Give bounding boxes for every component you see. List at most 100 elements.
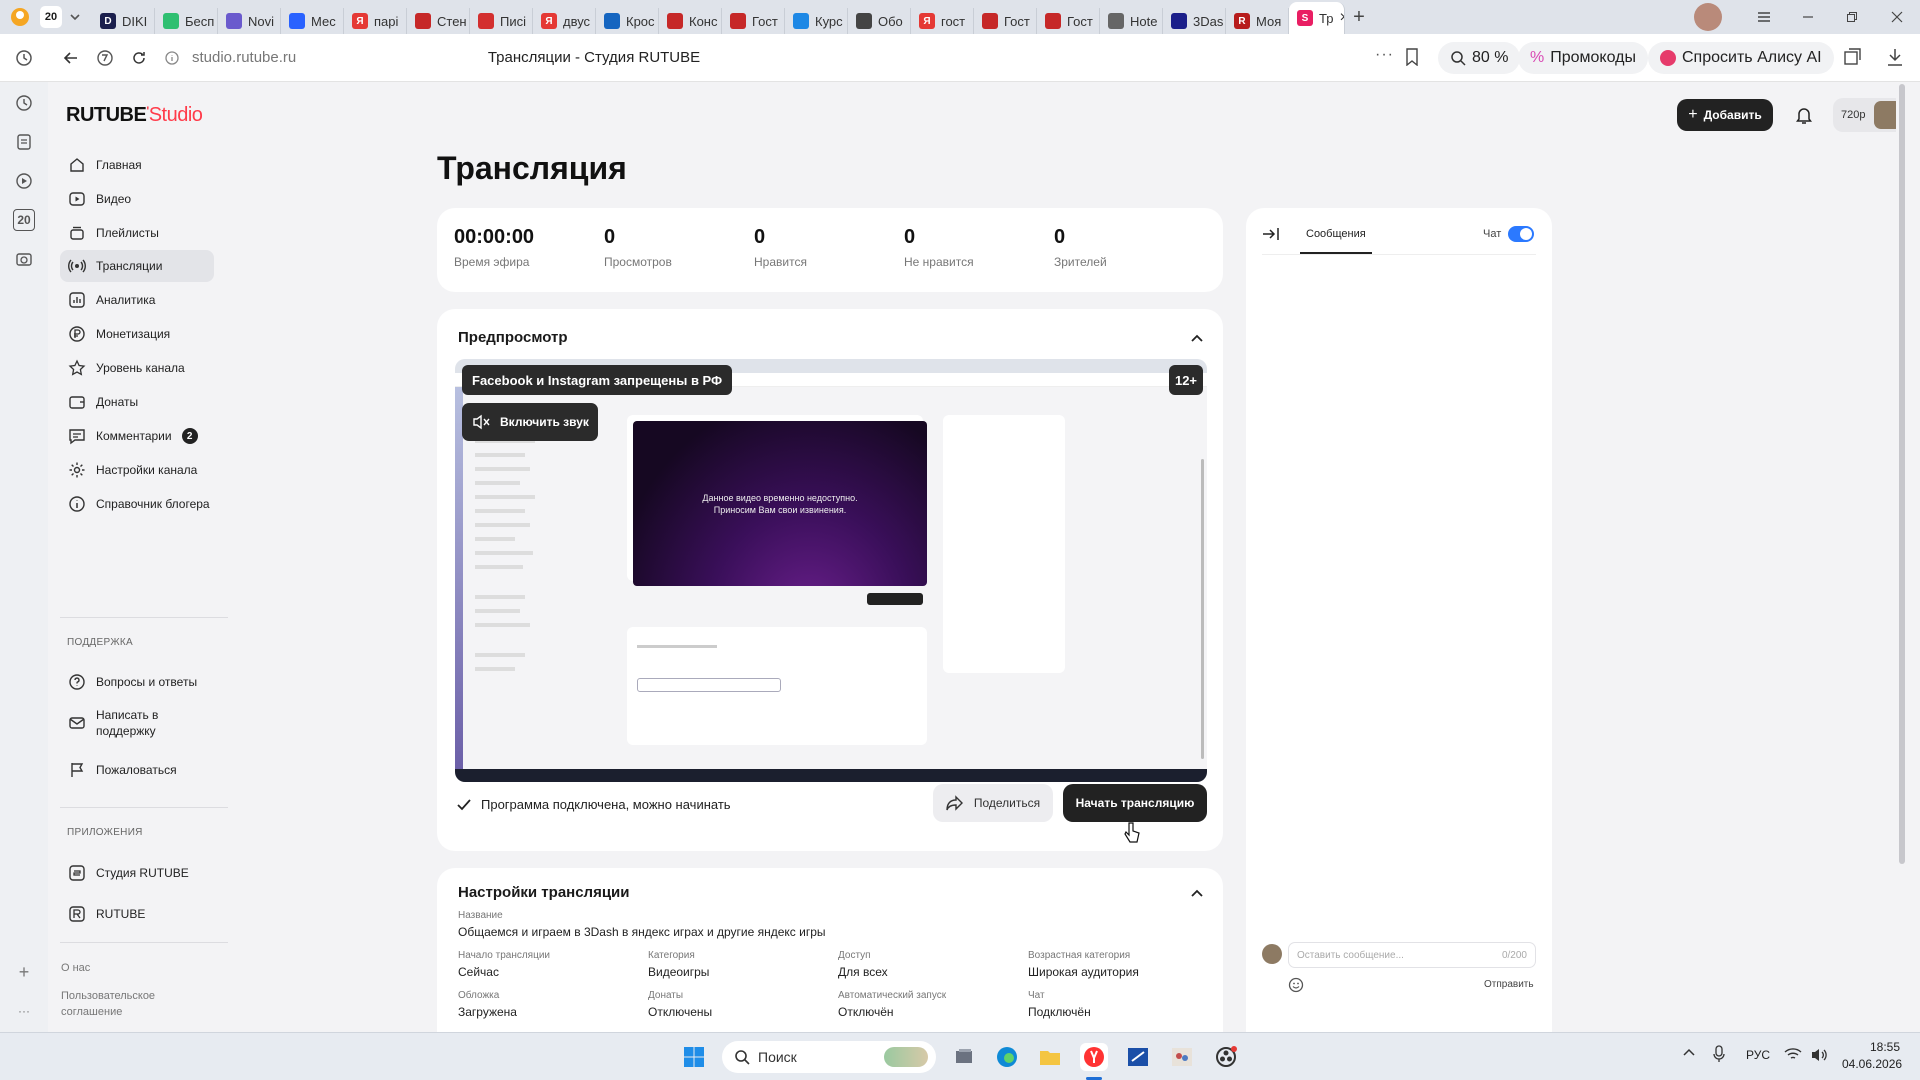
rail-counter-icon[interactable]: 20 (13, 209, 35, 231)
profile-quality-pill[interactable]: 720p (1833, 98, 1905, 132)
taskbar-search[interactable]: Поиск (722, 1041, 936, 1073)
sidebar-item-info[interactable]: Справочник блогера (60, 488, 214, 520)
more-icon[interactable]: ··· (1375, 46, 1394, 64)
site-info-icon[interactable] (162, 48, 182, 68)
tab-counter[interactable]: 20 (40, 6, 62, 28)
tabs-dropdown-icon[interactable] (62, 4, 88, 30)
browser-profile-icon[interactable] (0, 0, 40, 34)
emoji-icon[interactable] (1288, 977, 1304, 993)
send-button[interactable]: Отправить (1484, 979, 1534, 990)
tab-active[interactable]: SТр× (1289, 2, 1345, 34)
page-scrollbar-thumb[interactable] (1899, 84, 1905, 864)
sidebar-item-studio-app[interactable]: Студия RUTUBE (60, 857, 214, 889)
tab-messages[interactable]: Сообщения (1306, 228, 1366, 240)
browser-tab[interactable]: Ягост (911, 8, 974, 34)
task-view-icon[interactable] (950, 1043, 978, 1071)
sidebar-item-video[interactable]: Видео (60, 183, 214, 215)
collections-icon[interactable] (1843, 47, 1863, 67)
edge-icon[interactable] (993, 1043, 1021, 1071)
promo-button[interactable]: % Промокоды (1518, 42, 1648, 74)
language-indicator[interactable]: РУС (1746, 1048, 1770, 1062)
browser-tab[interactable]: Гост (722, 8, 785, 34)
sidebar-item-mail[interactable]: Написать в поддержку (60, 703, 214, 743)
browser-tab[interactable]: Стен (407, 8, 470, 34)
rutube-studio-logo[interactable]: RUTUBE'Studio (66, 104, 203, 127)
sidebar-item-ruble[interactable]: Монетизация (60, 318, 214, 350)
share-button[interactable]: Поделиться (933, 784, 1053, 822)
preview-player[interactable]: Данное видео временно недоступно. Принос… (455, 359, 1207, 782)
rail-add-icon[interactable]: + (13, 961, 35, 983)
sidebar-item-home[interactable]: Главная (60, 149, 214, 181)
sidebar-item-analytics[interactable]: Аналитика (60, 284, 214, 316)
collapse-preview-icon[interactable] (1190, 333, 1204, 343)
browser-tab[interactable]: Гост (974, 8, 1037, 34)
unmute-button[interactable]: Включить звук (462, 403, 598, 441)
rail-screenshot-icon[interactable] (13, 248, 35, 270)
rail-history-icon[interactable] (13, 92, 35, 114)
system-clock[interactable]: 18:55 04.06.2026 (1842, 1039, 1902, 1073)
sidebar-item-gear[interactable]: Настройки канала (60, 454, 214, 486)
sidebar-item-flag[interactable]: Пожаловаться (60, 754, 214, 786)
yandex-browser-icon[interactable] (1080, 1043, 1108, 1071)
start-broadcast-button[interactable]: Начать трансляцию (1063, 784, 1207, 822)
file-explorer-icon[interactable] (1036, 1043, 1064, 1071)
paint-app-icon[interactable] (1168, 1043, 1196, 1071)
sidebar-item-rutube-app[interactable]: RUTUBE (60, 898, 214, 930)
sidebar-item-broadcast[interactable]: Трансляции (60, 250, 214, 282)
microphone-icon[interactable] (1713, 1045, 1725, 1063)
sidebar-item-wallet[interactable]: Донаты (60, 386, 214, 418)
player-scrollbar[interactable] (1201, 459, 1204, 759)
browser-tab[interactable]: Япарі (344, 8, 407, 34)
rail-notes-icon[interactable] (13, 131, 35, 153)
reload-button[interactable] (122, 41, 156, 75)
browser-tab[interactable]: Hote (1100, 8, 1163, 34)
browser-tab[interactable]: Мес (281, 8, 344, 34)
browser-tab[interactable]: Novi (218, 8, 281, 34)
browser-tab[interactable]: Обо (848, 8, 911, 34)
chat-toggle[interactable] (1508, 226, 1534, 242)
restore-icon[interactable] (1830, 0, 1874, 34)
download-icon[interactable] (1886, 47, 1904, 67)
chat-input[interactable]: Оставить сообщение... 0/200 (1288, 942, 1536, 968)
wifi-icon[interactable] (1784, 1047, 1802, 1061)
sidebar-item-star[interactable]: Уровень канала (60, 352, 214, 384)
minimize-icon[interactable] (1786, 0, 1830, 34)
url-text[interactable]: studio.rutube.ru (192, 49, 352, 66)
browser-tab[interactable]: 3Das (1163, 8, 1226, 34)
browser-tab[interactable]: Бесп (155, 8, 218, 34)
sidebar-item-question[interactable]: Вопросы и ответы (60, 666, 214, 698)
browser-tab[interactable]: Курс (785, 8, 848, 34)
browser-tab[interactable]: Ядвус (533, 8, 596, 34)
new-tab-button[interactable]: + (1345, 3, 1373, 31)
windows-start-icon[interactable] (680, 1043, 708, 1071)
footer-terms-link[interactable]: Пользовательское соглашение (61, 988, 181, 1020)
zoom-indicator[interactable]: 80 % (1438, 42, 1521, 74)
volume-icon[interactable] (1810, 1047, 1828, 1063)
page-scrollbar[interactable] (1896, 82, 1908, 1032)
browser-tab[interactable]: Конс (659, 8, 722, 34)
sidebar-item-playlist[interactable]: Плейлисты (60, 217, 214, 249)
add-button[interactable]: + Добавить (1677, 99, 1773, 131)
collapse-chat-icon[interactable] (1262, 226, 1280, 242)
browser-tab[interactable]: R Моя (1226, 8, 1289, 34)
protect-icon[interactable] (88, 41, 122, 75)
drawing-app-icon[interactable] (1124, 1043, 1152, 1071)
browser-tab[interactable]: Писі (470, 8, 533, 34)
bookmark-icon[interactable] (1404, 48, 1420, 66)
browser-tab[interactable]: D DIKI (92, 8, 155, 34)
back-button[interactable] (54, 41, 88, 75)
browser-menu-icon[interactable] (1742, 0, 1786, 34)
obs-icon[interactable] (1212, 1043, 1240, 1071)
history-icon[interactable] (0, 34, 48, 82)
bell-icon[interactable] (1795, 105, 1813, 125)
close-window-icon[interactable] (1874, 0, 1920, 34)
collapse-settings-icon[interactable] (1190, 888, 1204, 898)
browser-tab[interactable]: Гост (1037, 8, 1100, 34)
show-hidden-icons[interactable] (1682, 1047, 1696, 1057)
rail-more-icon[interactable]: ··· (13, 1000, 35, 1022)
browser-tab[interactable]: Крос (596, 8, 659, 34)
user-avatar[interactable] (1694, 3, 1722, 31)
footer-about-link[interactable]: О нас (61, 962, 90, 974)
alice-button[interactable]: Спросить Алису AI (1648, 42, 1834, 74)
rail-play-icon[interactable] (13, 170, 35, 192)
